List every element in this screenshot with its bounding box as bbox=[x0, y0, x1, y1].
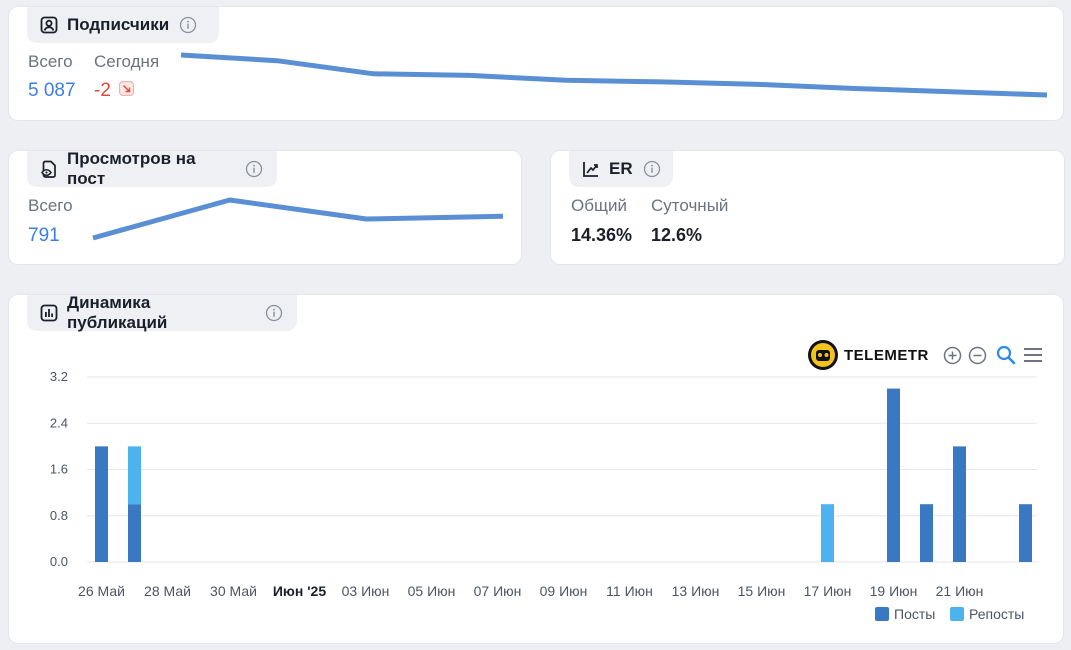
y-tick-label: 2.4 bbox=[50, 415, 68, 430]
legend-marker bbox=[950, 607, 964, 621]
legend-label[interactable]: Посты bbox=[894, 606, 935, 622]
bar-posts[interactable] bbox=[953, 446, 966, 562]
y-tick-label: 1.6 bbox=[50, 462, 68, 477]
x-tick-label: 19 Июн bbox=[870, 583, 918, 599]
info-icon[interactable] bbox=[643, 160, 661, 178]
bar-posts[interactable] bbox=[128, 504, 141, 562]
y-tick-label: 0.0 bbox=[50, 554, 68, 569]
legend-marker bbox=[875, 607, 889, 621]
x-tick-label: 05 Июн bbox=[408, 583, 456, 599]
bar-posts[interactable] bbox=[920, 504, 933, 562]
er-tag: ER bbox=[569, 151, 673, 187]
bar-posts[interactable] bbox=[887, 388, 900, 562]
er-common-label: Общий bbox=[571, 196, 627, 215]
views-sparkline bbox=[92, 197, 504, 241]
subscribers-trend-line bbox=[180, 52, 1048, 98]
x-tick-label: 26 Май bbox=[78, 583, 125, 599]
legend-label[interactable]: Репосты bbox=[969, 606, 1024, 622]
views-card: Просмотров на пост Всего 791 bbox=[8, 150, 522, 265]
y-tick-label: 0.8 bbox=[50, 508, 68, 523]
bar-reposts[interactable] bbox=[128, 446, 141, 505]
x-tick-label: 11 Июн bbox=[606, 583, 653, 599]
er-daily-label: Суточный bbox=[651, 196, 729, 215]
x-tick-label: 09 Июн bbox=[540, 583, 588, 599]
subscribers-sparkline bbox=[180, 52, 1048, 98]
x-tick-label: 15 Июн bbox=[738, 583, 786, 599]
subscribers-card: Подписчики Всего 5 087 Сегодня -2 bbox=[8, 6, 1064, 121]
er-card: ER Общий 14.36% Суточный 12.6% bbox=[550, 150, 1065, 265]
x-tick-label: 17 Июн bbox=[804, 583, 852, 599]
er-common-value: 14.36% bbox=[571, 225, 633, 245]
x-tick-label: 07 Июн bbox=[474, 583, 522, 599]
er-daily-value: 12.6% bbox=[651, 225, 703, 245]
x-tick-label: 03 Июн bbox=[342, 583, 390, 599]
bar-reposts[interactable] bbox=[821, 504, 834, 562]
bar-posts[interactable] bbox=[1019, 504, 1032, 562]
x-tick-label: Июн '25 bbox=[273, 583, 326, 599]
er-title: ER bbox=[609, 159, 633, 178]
x-tick-label: 21 Июн bbox=[936, 583, 984, 599]
views-trend-line bbox=[92, 197, 504, 241]
dynamics-card: Динамика публикаций TELEMETR 0.0 0.8 1.6 2.… bbox=[8, 294, 1064, 644]
x-tick-label: 13 Июн bbox=[672, 583, 720, 599]
publications-chart: 0.0 0.8 1.6 2.4 3.2 26 Май 28 Май 30 Май Июн '2… bbox=[50, 369, 1037, 622]
bar-posts[interactable] bbox=[95, 446, 108, 562]
x-tick-label: 30 Май bbox=[210, 583, 257, 599]
x-tick-label: 28 Май bbox=[144, 583, 191, 599]
y-tick-label: 3.2 bbox=[50, 369, 68, 384]
chart-trend-icon bbox=[581, 159, 601, 179]
